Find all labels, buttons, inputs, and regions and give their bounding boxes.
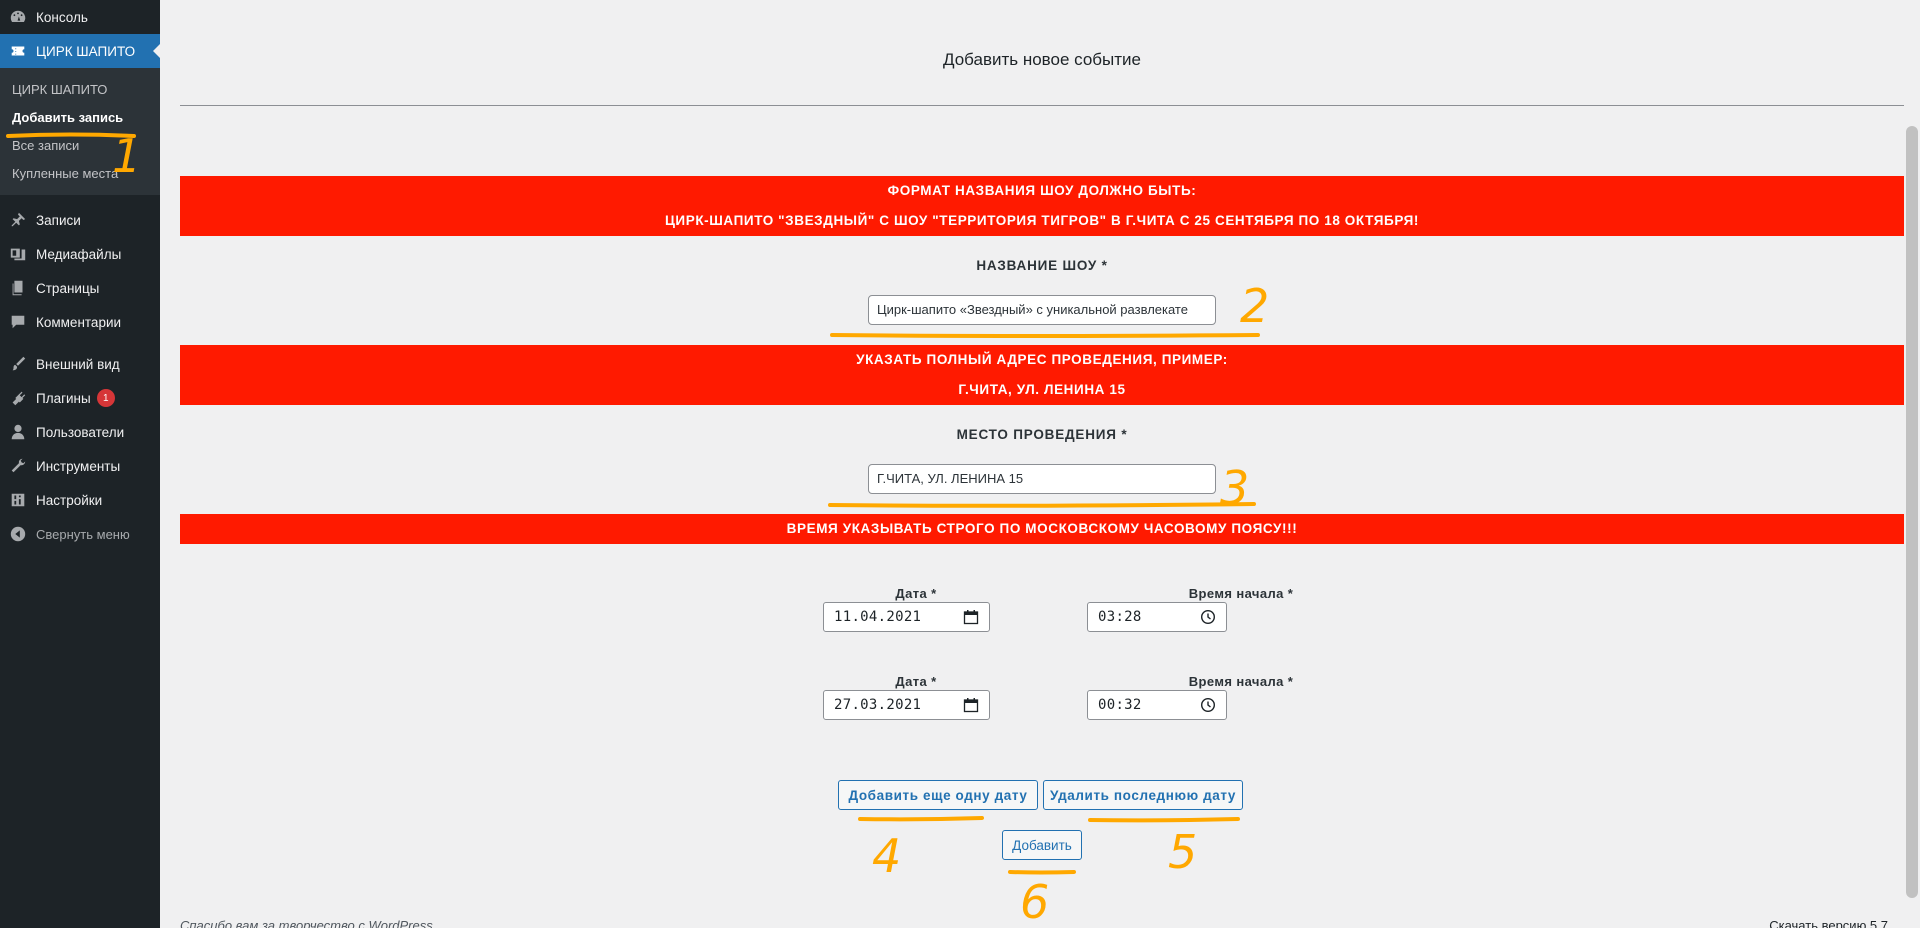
add-date-button[interactable]: Добавить еще одну дату	[838, 780, 1038, 810]
banner-line: УКАЗАТЬ ПОЛНЫЙ АДРЕС ПРОВЕДЕНИЯ, ПРИМЕР:	[856, 352, 1228, 367]
menu-collapse-label: Свернуть меню	[36, 526, 130, 542]
pages-icon	[0, 279, 36, 297]
submenu-all-records[interactable]: Все записи	[0, 131, 160, 159]
footer-credit: Спасибо вам за творчество с WordPress.	[180, 918, 437, 928]
menu-media-label: Медиафайлы	[36, 246, 122, 262]
menu-pages[interactable]: Страницы	[0, 271, 160, 305]
menu-settings[interactable]: Настройки	[0, 483, 160, 517]
main-content: Добавить новое событие ФОРМАТ НАЗВАНИЯ Ш…	[180, 0, 1904, 928]
menu-appearance-label: Внешний вид	[36, 356, 120, 372]
time-label: Время начала *	[1188, 586, 1294, 601]
menu-comments[interactable]: Комментарии	[0, 305, 160, 339]
date-label: Дата *	[895, 586, 937, 601]
date-input[interactable]: 27.03.2021	[823, 690, 990, 720]
show-name-label: НАЗВАНИЕ ШОУ *	[976, 258, 1108, 273]
show-name-hint-banner: ФОРМАТ НАЗВАНИЯ ШОУ ДОЛЖНО БЫТЬ: ЦИРК-ША…	[180, 176, 1904, 236]
banner-line: Г.ЧИТА, УЛ. ЛЕНИНА 15	[958, 382, 1126, 397]
menu-users[interactable]: Пользователи	[0, 415, 160, 449]
menu-tools[interactable]: Инструменты	[0, 449, 160, 483]
time-input[interactable]: 03:28	[1087, 602, 1227, 632]
time-value: 03:28	[1098, 609, 1142, 625]
circus-submenu: ЦИРК ШАПИТО Добавить запись Все записи К…	[0, 68, 160, 195]
pin-icon	[0, 211, 36, 229]
menu-dashboard[interactable]: Консоль	[0, 0, 160, 34]
timezone-warning-banner: ВРЕМЯ УКАЗЫВАТЬ СТРОГО ПО МОСКОВСКОМУ ЧА…	[180, 514, 1904, 544]
title-divider	[180, 105, 1904, 106]
user-icon	[0, 423, 36, 441]
footer-version-link[interactable]: Скачать версию 5.7	[1769, 918, 1888, 928]
dashboard-icon	[0, 8, 36, 26]
comment-icon	[0, 313, 36, 331]
banner-line: ФОРМАТ НАЗВАНИЯ ШОУ ДОЛЖНО БЫТЬ:	[887, 183, 1197, 198]
banner-line: ЦИРК-ШАПИТО "ЗВЕЗДНЫЙ" С ШОУ "ТЕРРИТОРИЯ…	[664, 213, 1420, 228]
time-value: 00:32	[1098, 697, 1142, 713]
clock-icon[interactable]	[1200, 697, 1216, 713]
remove-date-button[interactable]: Удалить последнюю дату	[1043, 780, 1243, 810]
brush-icon	[0, 355, 36, 373]
date-label: Дата *	[895, 674, 937, 689]
menu-pages-label: Страницы	[36, 280, 100, 296]
venue-input[interactable]: Г.ЧИТА, УЛ. ЛЕНИНА 15	[868, 464, 1216, 494]
menu-circus[interactable]: ЦИРК ШАПИТО	[0, 34, 160, 68]
scrollbar[interactable]	[1904, 0, 1920, 928]
menu-users-label: Пользователи	[36, 424, 125, 440]
submenu-circus-home[interactable]: ЦИРК ШАПИТО	[0, 75, 160, 103]
collapse-icon	[0, 525, 36, 543]
menu-settings-label: Настройки	[36, 492, 103, 508]
calendar-icon[interactable]	[963, 609, 979, 625]
date-input[interactable]: 11.04.2021	[823, 602, 990, 632]
menu-posts-label: Записи	[36, 212, 81, 228]
submenu-purchased-seats[interactable]: Купленные места	[0, 159, 160, 187]
date-value: 27.03.2021	[834, 697, 922, 713]
venue-label: МЕСТО ПРОВЕДЕНИЯ *	[956, 427, 1128, 442]
show-name-input[interactable]: Цирк-шапито «Звездный» с уникальной разв…	[868, 295, 1216, 325]
submenu-add-record[interactable]: Добавить запись	[0, 103, 160, 131]
clock-icon[interactable]	[1200, 609, 1216, 625]
plug-icon	[0, 389, 36, 407]
time-label: Время начала *	[1188, 674, 1294, 689]
calendar-icon[interactable]	[963, 697, 979, 713]
date-value: 11.04.2021	[834, 609, 922, 625]
media-icon	[0, 245, 36, 263]
menu-posts[interactable]: Записи	[0, 203, 160, 237]
submit-button[interactable]: Добавить	[1002, 830, 1082, 860]
banner-line: ВРЕМЯ УКАЗЫВАТЬ СТРОГО ПО МОСКОВСКОМУ ЧА…	[786, 521, 1298, 536]
menu-tools-label: Инструменты	[36, 458, 121, 474]
menu-media[interactable]: Медиафайлы	[0, 237, 160, 271]
menu-circus-label: ЦИРК ШАПИТО	[36, 43, 136, 59]
plugins-update-badge: 1	[96, 389, 115, 407]
time-input[interactable]: 00:32	[1087, 690, 1227, 720]
menu-dashboard-label: Консоль	[36, 9, 88, 25]
menu-collapse[interactable]: Свернуть меню	[0, 517, 160, 551]
admin-sidebar: Консоль ЦИРК ШАПИТО ЦИРК ШАПИТО Добавить…	[0, 0, 160, 928]
menu-appearance[interactable]: Внешний вид	[0, 347, 160, 381]
scrollbar-thumb[interactable]	[1906, 126, 1918, 898]
page-title: Добавить новое событие	[942, 50, 1141, 69]
menu-plugins[interactable]: Плагины 1	[0, 381, 160, 415]
sliders-icon	[0, 491, 36, 509]
tickets-icon	[0, 42, 36, 60]
menu-plugins-label: Плагины	[36, 390, 91, 406]
address-hint-banner: УКАЗАТЬ ПОЛНЫЙ АДРЕС ПРОВЕДЕНИЯ, ПРИМЕР:…	[180, 345, 1904, 405]
wrench-icon	[0, 457, 36, 475]
menu-comments-label: Комментарии	[36, 314, 122, 330]
